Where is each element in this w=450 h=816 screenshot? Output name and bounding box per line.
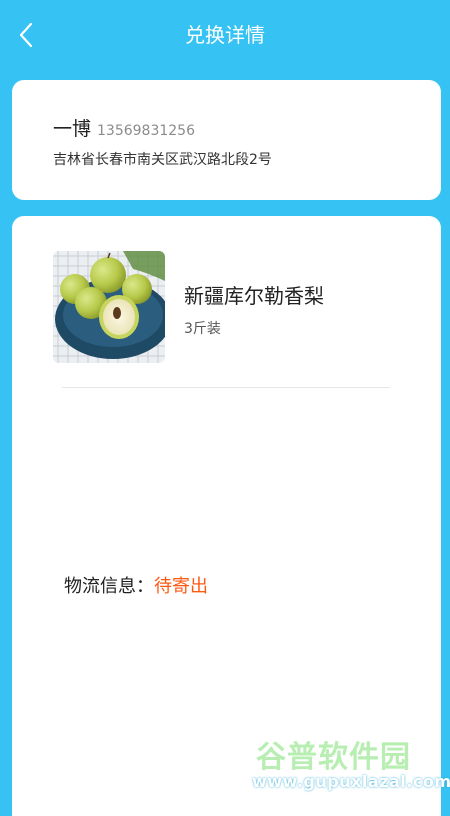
recipient-name: 一博 bbox=[53, 118, 92, 140]
contact-row: 一博 13569831256 bbox=[53, 114, 195, 141]
address-card: 一博 13569831256 吉林省长春市南关区武汉路北段2号 bbox=[12, 80, 441, 200]
divider bbox=[62, 387, 390, 388]
pear-image-icon bbox=[53, 251, 165, 363]
product-card: 新疆库尔勒香梨 3斤装 物流信息：待寄出 bbox=[12, 216, 441, 816]
product-image bbox=[53, 251, 165, 363]
logistics-status: 待寄出 bbox=[154, 576, 208, 597]
product-spec: 3斤装 bbox=[184, 321, 221, 337]
page-title: 兑换详情 bbox=[185, 23, 265, 47]
watermark: 谷普软件园 www.gupuxlazal.com bbox=[246, 728, 450, 798]
logistics-label: 物流信息： bbox=[64, 576, 154, 597]
product-name: 新疆库尔勒香梨 bbox=[184, 284, 324, 308]
watermark-url: www.gupuxlazal.com bbox=[252, 772, 450, 791]
logistics-row: 物流信息：待寄出 bbox=[64, 572, 208, 598]
header: 兑换详情 bbox=[0, 0, 450, 70]
shipping-address: 吉林省长春市南关区武汉路北段2号 bbox=[53, 152, 272, 168]
recipient-phone: 13569831256 bbox=[97, 123, 195, 139]
watermark-text: 谷普软件园 bbox=[256, 740, 411, 775]
